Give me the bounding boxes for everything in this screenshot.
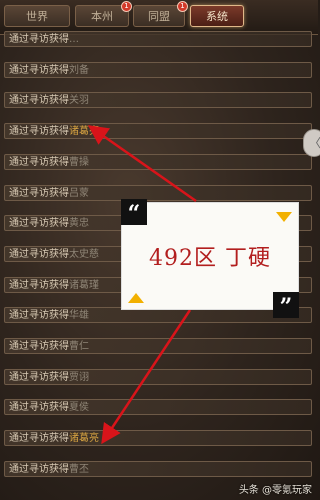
tab-local-label: 本州 [91, 10, 113, 23]
message-prefix: 通过寻访获得 [9, 433, 69, 445]
message-prefix: 通过寻访获得 [9, 126, 69, 138]
hero-name: 诸葛亮 [69, 126, 99, 138]
message-prefix: 通过寻访获得 [9, 64, 69, 76]
message-row: 通过寻访获得曹操 [4, 153, 312, 170]
hero-name: 诸葛瑾 [69, 279, 99, 291]
hero-name: 夏侯 [69, 402, 89, 414]
hero-name: 太史慈 [69, 248, 99, 260]
tab-world-label: 世界 [26, 10, 48, 23]
hero-name: 曹操 [69, 156, 89, 168]
hero-name: 吕蒙 [69, 187, 89, 199]
message-prefix: 通过寻访获得 [9, 463, 69, 475]
tab-local[interactable]: 本州 1 [75, 1, 132, 27]
message-prefix: 通过寻访获得 [9, 34, 69, 45]
message-prefix: 通过寻访获得 [9, 310, 69, 322]
tab-system-label: 系统 [206, 10, 228, 23]
message-row: 通过寻访获得贾诩 [4, 368, 312, 385]
collapse-side-button[interactable]: 〈 [303, 129, 320, 157]
message-row: 通过寻访获得吕蒙 [4, 184, 312, 201]
message-row: 通过寻访获得关羽 [4, 92, 312, 109]
tab-alliance-label: 同盟 [148, 10, 170, 23]
message-prefix: 通过寻访获得 [9, 248, 69, 260]
message-row: 通过寻访获得… [4, 31, 312, 47]
triangle-down-icon [276, 212, 292, 222]
message-prefix: 通过寻访获得 [9, 279, 69, 291]
hero-name: 曹仁 [69, 341, 89, 352]
hero-name: 诸葛亮 [69, 433, 99, 445]
chevron-left-icon: 〈 [309, 136, 320, 150]
tab-system[interactable]: 系统 [190, 5, 244, 27]
watermark: 头条 @零氪玩家 [238, 485, 312, 496]
tab-world[interactable]: 世界 [4, 5, 70, 27]
message-prefix: 通过寻访获得 [9, 218, 69, 230]
open-quote-mark: “ [121, 199, 147, 227]
hero-name: 刘备 [69, 64, 89, 76]
message-prefix: 通过寻访获得 [9, 341, 69, 352]
channel-tab-bar: 世界 本州 1 同盟 1 系统 [0, 0, 318, 35]
hero-name: 贾诩 [69, 371, 89, 383]
hero-name: 黄忠 [69, 218, 89, 230]
message-row: 通过寻访获得曹丕 [4, 460, 312, 477]
message-row: 通过寻访获得诸葛亮 [4, 123, 312, 140]
message-prefix: 通过寻访获得 [9, 371, 69, 383]
message-row: 通过寻访获得诸葛亮 [4, 430, 312, 447]
message-prefix: 通过寻访获得 [9, 95, 69, 107]
server-player-text: 492区 丁硬 [149, 246, 271, 271]
hero-name: 关羽 [69, 95, 89, 107]
tab-alliance-badge: 1 [177, 1, 188, 12]
message-prefix: 通过寻访获得 [9, 402, 69, 414]
message-prefix: 通过寻访获得 [9, 187, 69, 199]
message-row: 通过寻访获得刘备 [4, 61, 312, 78]
message-row: 通过寻访获得曹仁 [4, 338, 312, 354]
close-quote-mark: ” [273, 292, 299, 320]
hero-name: … [69, 34, 79, 45]
tab-alliance[interactable]: 同盟 1 [133, 1, 188, 27]
message-prefix: 通过寻访获得 [9, 156, 69, 168]
triangle-up-icon [128, 293, 144, 303]
message-row: 通过寻访获得夏侯 [4, 399, 312, 416]
hero-name: 曹丕 [69, 463, 89, 475]
player-info-card: “ 492区 丁硬 ” [121, 199, 299, 320]
hero-name: 华雄 [69, 310, 89, 322]
tab-local-badge: 1 [121, 1, 132, 12]
